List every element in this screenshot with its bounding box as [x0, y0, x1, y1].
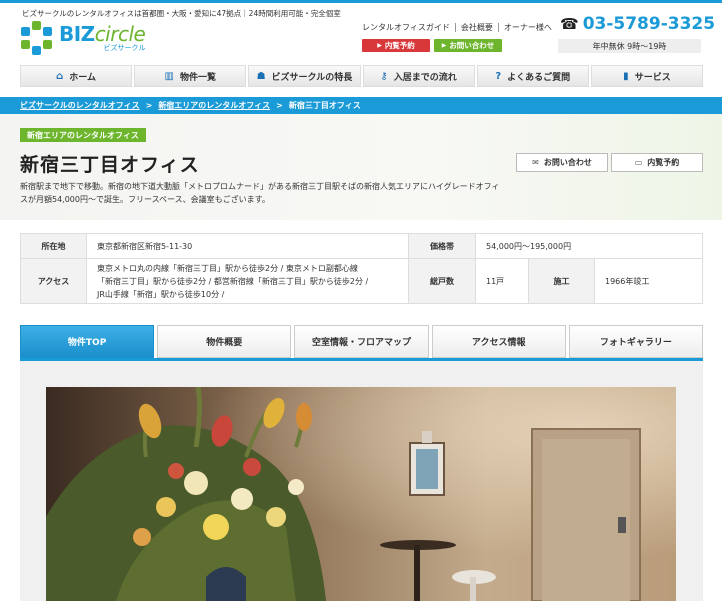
- arrow-right-icon: ▶: [441, 42, 447, 49]
- breadcrumb-current: 新宿三丁目オフィス: [288, 101, 361, 110]
- tab-property-overview[interactable]: 物件概要: [157, 325, 292, 358]
- nav-home[interactable]: ⌂ ホーム: [20, 65, 133, 87]
- mail-icon: ✉: [532, 158, 539, 167]
- breadcrumb-home[interactable]: ビズサークルのレンタルオフィス: [20, 100, 140, 111]
- breadcrumb-area[interactable]: 新宿エリアのレンタルオフィス: [158, 100, 270, 111]
- address-label: 所在地: [20, 233, 87, 259]
- logo-subtitle: ビズサークル: [103, 44, 146, 52]
- header-reserve-button[interactable]: ▶ 内覧予約: [362, 39, 430, 52]
- reserve-viewing-button[interactable]: ▭ 内覧予約: [611, 153, 703, 172]
- access-value: 東京メトロ丸の内線「新宿三丁目」駅から徒歩2分 / 東京メトロ副都心線 「新宿三…: [86, 258, 409, 304]
- price-value: 54,000円〜195,000円: [475, 233, 703, 259]
- page-title: 新宿三丁目オフィス: [20, 154, 200, 176]
- area-tag[interactable]: 新宿エリアのレンタルオフィス: [20, 128, 146, 142]
- header-contact-button[interactable]: ▶ お問い合わせ: [434, 39, 502, 52]
- phone-number[interactable]: ☎ 03-5789-3325: [560, 14, 715, 34]
- header-links: レンタルオフィスガイド 会社概要 オーナー様へ: [362, 23, 557, 32]
- units-label: 総戸数: [408, 258, 476, 304]
- business-hours: 年中無休 9時〜19時: [558, 39, 701, 53]
- nav-faq[interactable]: ? よくあるご質問: [476, 65, 589, 87]
- tab-vacancy-floormap[interactable]: 空室情報・フロアマップ: [294, 325, 429, 358]
- nav-property-list[interactable]: ▥ 物件一覧: [134, 65, 247, 87]
- logo-mark-icon: [20, 21, 54, 55]
- nav-services[interactable]: ▮ サービス: [590, 65, 704, 87]
- home-icon: ⌂: [56, 70, 64, 82]
- office-photo: [46, 387, 676, 601]
- address-value: 東京都新宿区新宿5-11-30: [86, 233, 409, 259]
- link-rental-office-guide[interactable]: レンタルオフィスガイド: [362, 23, 455, 32]
- built-label: 施工: [528, 258, 595, 304]
- units-value: 11戸: [475, 258, 529, 304]
- buildings-icon: ▥: [164, 70, 174, 82]
- site-header: ビズサークルのレンタルオフィスは首都圏・大阪・愛知に47拠点｜24時間利用可能・…: [0, 3, 722, 65]
- link-owners[interactable]: オーナー様へ: [497, 23, 557, 32]
- property-tabs: 物件TOP 物件概要 空室情報・フロアマップ アクセス情報 フォトギャラリー: [20, 325, 704, 358]
- nav-move-in-flow[interactable]: ⚷ 入居までの流れ: [362, 65, 475, 87]
- question-icon: ?: [495, 70, 502, 82]
- nav-features[interactable]: ☗ ビズサークルの特長: [248, 65, 361, 87]
- office-lobby-image: [46, 387, 676, 601]
- tab-property-top[interactable]: 物件TOP: [20, 325, 155, 358]
- breadcrumb: ビズサークルのレンタルオフィス > 新宿エリアのレンタルオフィス > 新宿三丁目…: [0, 97, 722, 114]
- built-value: 1966年竣工: [594, 258, 703, 304]
- link-company-profile[interactable]: 会社概要: [454, 23, 498, 32]
- person-icon: ☗: [256, 70, 266, 82]
- key-icon: ⚷: [380, 70, 388, 82]
- access-label: アクセス: [20, 258, 87, 304]
- property-info-table: 所在地 東京都新宿区新宿5-11-30 価格帯 54,000円〜195,000円…: [20, 233, 703, 304]
- arrow-right-icon: ▶: [377, 42, 382, 49]
- tab-access-info[interactable]: アクセス情報: [431, 325, 566, 358]
- price-label: 価格帯: [408, 233, 476, 259]
- book-icon: ▮: [623, 70, 629, 82]
- office-description: 新宿駅まで地下で移動。新宿の地下道大動脈「メトロプロムナード」がある新宿三丁目駅…: [20, 182, 500, 204]
- global-nav: ⌂ ホーム ▥ 物件一覧 ☗ ビズサークルの特長 ⚷ 入居までの流れ ? よくあるご質問 …: [20, 65, 704, 87]
- tab-photo-gallery[interactable]: フォトギャラリー: [568, 325, 704, 358]
- contact-button[interactable]: ✉ お問い合わせ: [516, 153, 608, 172]
- monitor-icon: ▭: [634, 158, 643, 167]
- logo-wordmark: BIZcircle: [59, 22, 146, 46]
- phone-icon: ☎: [560, 15, 579, 33]
- site-logo[interactable]: BIZcircle ビズサークル: [20, 21, 146, 55]
- header-tagline: ビズサークルのレンタルオフィスは首都圏・大阪・愛知に47拠点｜24時間利用可能・…: [22, 9, 341, 18]
